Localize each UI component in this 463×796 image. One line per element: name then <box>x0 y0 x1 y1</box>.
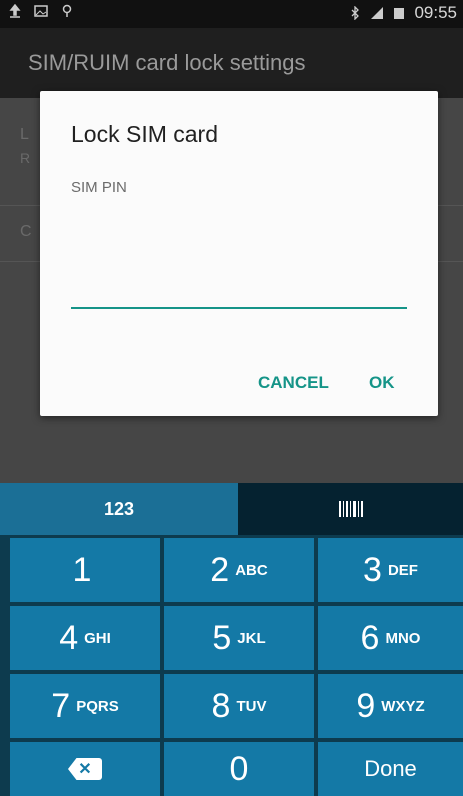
signal-icon <box>371 7 384 19</box>
cancel-button[interactable]: CANCEL <box>252 369 335 397</box>
key-digit: 8 <box>211 686 231 725</box>
done-label: Done <box>364 756 417 781</box>
key-4[interactable]: 4 GHI <box>10 606 160 670</box>
dialog-title: Lock SIM card <box>71 121 218 147</box>
key-digit: 1 <box>72 550 92 589</box>
key-7[interactable]: 7 PQRS <box>10 674 160 738</box>
sim-pin-label: SIM PIN <box>71 179 127 196</box>
key-letters: JKL <box>237 629 266 647</box>
key-letters: TUV <box>236 697 267 715</box>
key-2[interactable]: 2 ABC <box>164 538 314 602</box>
battery-icon <box>394 8 405 19</box>
key-letters: MNO <box>385 629 421 647</box>
key-digit: 5 <box>212 618 232 657</box>
sim-pin-input[interactable] <box>71 261 407 309</box>
barcode-icon <box>338 501 363 517</box>
numeric-keyboard: 123 1 2 ABC 3 DEF 4 GHI 5 JKL 6 MNO 7 PQ… <box>0 483 463 796</box>
status-right-icons: 09:55 <box>348 3 457 23</box>
key-letters: DEF <box>387 561 418 579</box>
delete-key[interactable]: ✕ <box>10 742 160 796</box>
key-digit: 6 <box>360 618 380 657</box>
upload-icon <box>9 4 21 18</box>
key-5[interactable]: 5 JKL <box>164 606 314 670</box>
tab-numbers[interactable]: 123 <box>0 483 238 535</box>
key-9[interactable]: 9 WXYZ <box>318 674 463 738</box>
status-time: 09:55 <box>414 3 457 22</box>
action-bar: SIM/RUIM card lock settings <box>0 28 463 98</box>
key-digit: 4 <box>59 618 79 657</box>
status-left-icons <box>8 4 74 18</box>
bluetooth-icon <box>351 6 360 20</box>
key-letters: WXYZ <box>381 697 425 715</box>
status-bar: 09:55 <box>0 0 463 28</box>
key-digit: 0 <box>229 749 249 788</box>
setting-row-title: C <box>20 223 32 240</box>
key-digit: 3 <box>363 550 382 589</box>
key-letters: PQRS <box>76 697 119 715</box>
lock-sim-dialog: Lock SIM card SIM PIN CANCEL OK <box>40 91 438 416</box>
key-6[interactable]: 6 MNO <box>318 606 463 670</box>
key-8[interactable]: 8 TUV <box>164 674 314 738</box>
ok-button[interactable]: OK <box>363 369 401 397</box>
key-digit: 9 <box>356 686 376 725</box>
key-letters: ABC <box>235 561 268 579</box>
key-digit: 2 <box>210 550 230 589</box>
key-3[interactable]: 3 DEF <box>318 538 463 602</box>
setting-row-summary: R <box>20 150 31 166</box>
done-key[interactable]: Done <box>318 742 463 796</box>
key-letters: GHI <box>84 629 111 647</box>
location-icon <box>62 4 72 17</box>
key-0[interactable]: 0 <box>164 742 314 796</box>
image-icon <box>34 5 48 17</box>
key-1[interactable]: 1 <box>10 538 160 602</box>
setting-row-title: L <box>20 126 29 143</box>
page-title: SIM/RUIM card lock settings <box>28 50 306 75</box>
tab-barcode[interactable] <box>238 483 463 535</box>
backspace-icon: ✕ <box>68 758 102 780</box>
key-digit: 7 <box>51 686 71 725</box>
